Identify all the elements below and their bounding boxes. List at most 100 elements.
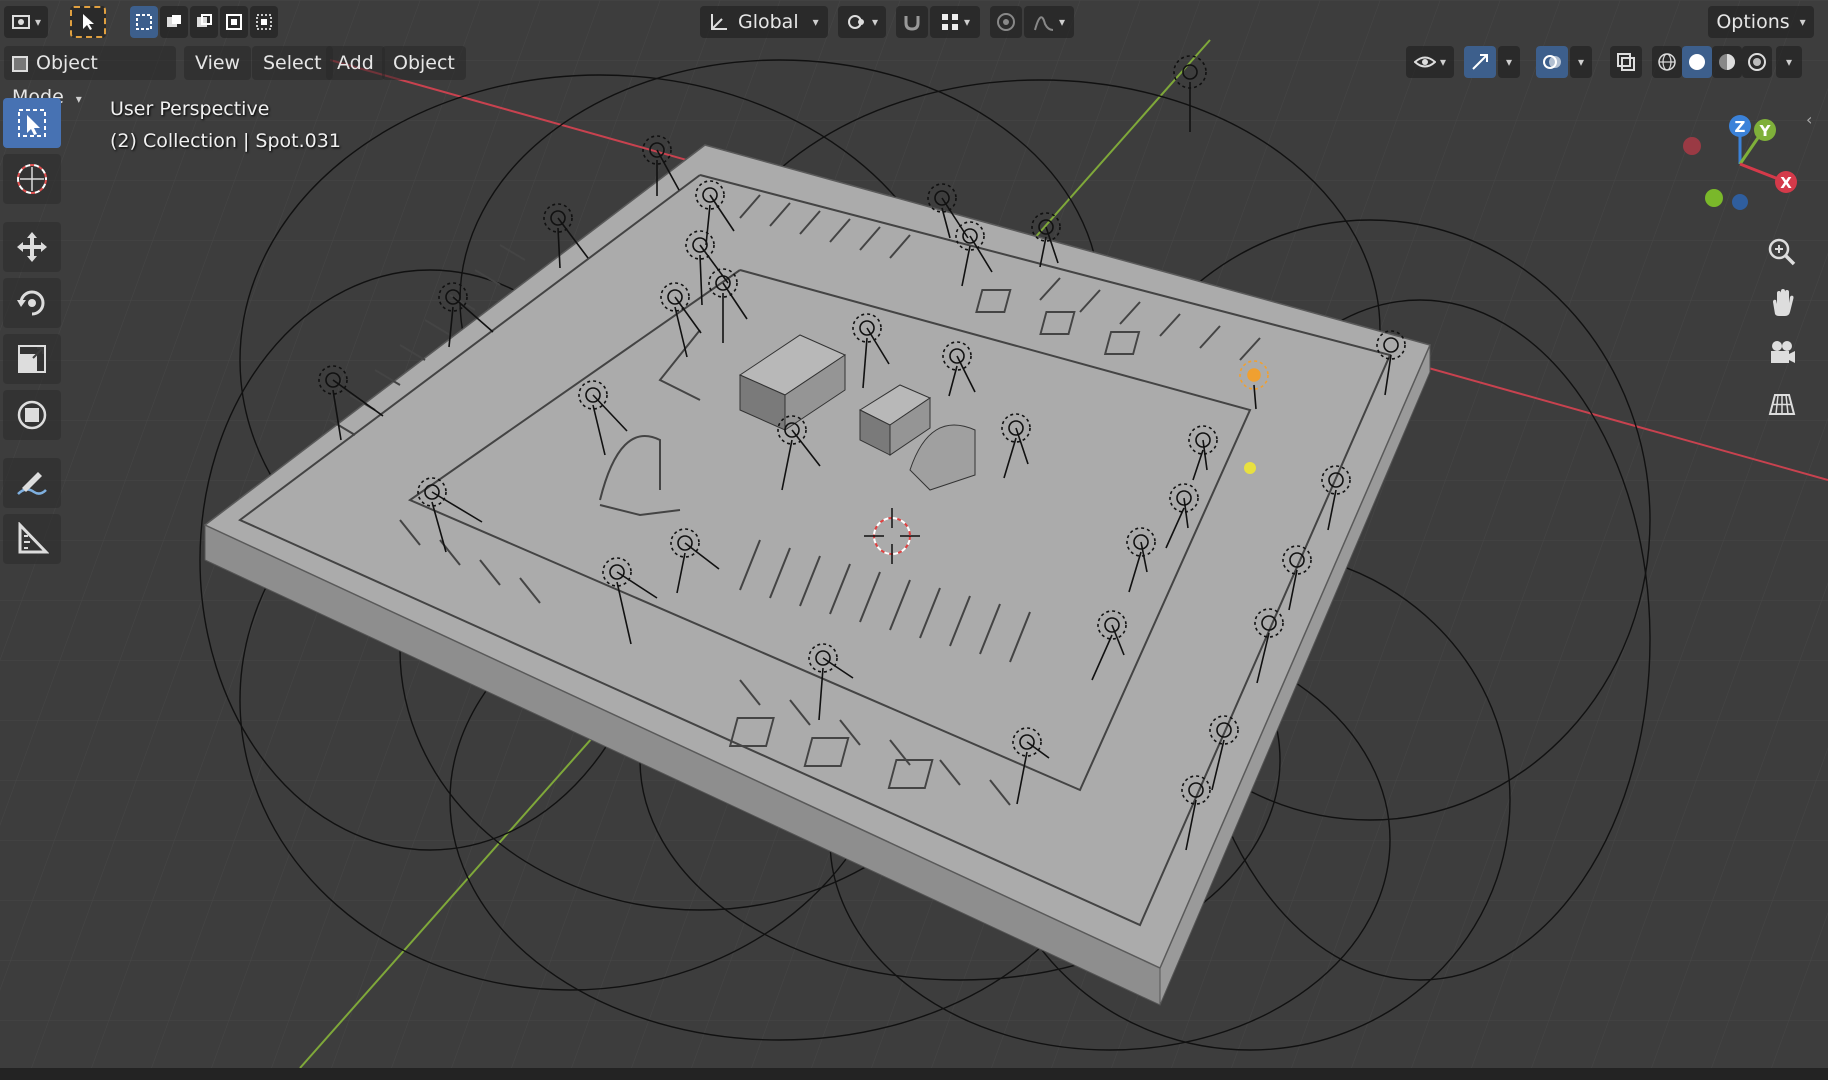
annotate-tool[interactable] — [3, 458, 61, 508]
select-mode-button[interactable] — [70, 6, 106, 38]
camera-view-button[interactable] — [1762, 333, 1802, 373]
material-sphere-icon — [1719, 54, 1735, 70]
select-box-tool[interactable] — [3, 98, 61, 148]
rendered-sphere-icon — [1748, 53, 1766, 71]
scale-icon — [18, 345, 46, 373]
rotate-icon — [17, 290, 45, 316]
pivot-point-dropdown[interactable]: ▾ — [838, 6, 886, 38]
editor-type-button[interactable]: ▾ — [4, 6, 48, 38]
gizmo-y-label: Y — [1759, 122, 1772, 140]
snap-grid-icon — [941, 14, 958, 30]
measure-tool[interactable] — [3, 514, 61, 564]
shading-dropdown[interactable]: ▾ — [1776, 46, 1802, 78]
proportional-edit-icon — [997, 13, 1015, 31]
chevron-down-icon: ▾ — [871, 15, 879, 29]
eye-icon — [1413, 56, 1436, 68]
view-perspective-label: User Perspective — [110, 98, 270, 120]
select-box-icon — [18, 109, 46, 137]
scale-tool[interactable] — [3, 334, 61, 384]
move-icon — [17, 232, 47, 262]
snap-target-dropdown[interactable]: ▾ — [930, 6, 980, 38]
chevron-down-icon: ▾ — [1785, 55, 1793, 69]
overlays-dropdown[interactable]: ▾ — [1570, 46, 1592, 78]
shading-solid-button[interactable] — [1682, 46, 1712, 78]
gizmo-z-label: Z — [1735, 118, 1746, 136]
zoom-button[interactable] — [1762, 232, 1802, 272]
navigation-gizmo[interactable]: Z Y X — [1670, 104, 1810, 224]
sidebar-toggle-arrow[interactable]: ‹ — [1806, 110, 1812, 129]
chevron-down-icon: ▾ — [1799, 15, 1806, 29]
object-mode-icon — [12, 55, 28, 72]
shading-wireframe-button[interactable] — [1652, 46, 1682, 78]
shading-material-button[interactable] — [1712, 46, 1742, 78]
select-intersect-icon — [256, 14, 272, 30]
add-menu[interactable]: Add — [326, 46, 385, 80]
select-subtract-button[interactable] — [190, 6, 218, 38]
annotate-icon — [17, 472, 47, 495]
select-invert-icon — [226, 14, 242, 30]
gizmo-neg-z[interactable] — [1732, 194, 1748, 210]
active-object-label: (2) Collection | Spot.031 — [110, 130, 341, 152]
camera-icon — [1771, 341, 1795, 363]
options-dropdown[interactable]: Options ▾ — [1708, 6, 1814, 38]
move-tool[interactable] — [3, 222, 61, 272]
options-label: Options — [1716, 11, 1790, 33]
gizmo-dropdown[interactable]: ▾ — [1498, 46, 1520, 78]
solid-sphere-icon — [1689, 54, 1705, 70]
overlays-icon — [1543, 55, 1561, 69]
select-menu[interactable]: Select — [252, 46, 333, 80]
viewport-scene[interactable] — [0, 0, 1828, 1068]
cursor-tool[interactable] — [3, 154, 61, 204]
ortho-toggle-button[interactable] — [1762, 384, 1802, 424]
chevron-down-icon: ▾ — [1439, 55, 1447, 69]
overlays-toggle[interactable] — [1536, 46, 1568, 78]
measure-icon — [18, 522, 49, 554]
select-intersect-button[interactable] — [250, 6, 278, 38]
mode-dropdown[interactable]: Object Mode ▾ — [4, 46, 176, 108]
rotate-tool[interactable] — [3, 278, 61, 328]
orientation-axes-icon — [711, 14, 727, 30]
status-bar — [0, 1068, 1828, 1080]
xray-icon — [1617, 53, 1635, 71]
light-origin-dot[interactable] — [1244, 462, 1256, 474]
falloff-curve-icon — [1034, 16, 1054, 31]
gizmo-toggle[interactable] — [1464, 46, 1496, 78]
xray-toggle[interactable] — [1610, 46, 1642, 78]
transform-icon — [17, 400, 47, 430]
chevron-down-icon: ▾ — [812, 15, 819, 29]
gizmo-icon — [1472, 54, 1488, 70]
transform-orientation-dropdown[interactable]: Global ▾ — [700, 6, 828, 38]
editor-type-icon — [11, 15, 30, 29]
select-subtract-icon — [197, 14, 212, 27]
falloff-dropdown[interactable]: ▾ — [1024, 6, 1074, 38]
chevron-down-icon: ▾ — [963, 15, 971, 29]
object-menu[interactable]: Object — [382, 46, 466, 80]
3d-viewport[interactable]: ▾ Global ▾ ▾ ▾ ▾ Options ▾ Object Mode ▾… — [0, 0, 1828, 1068]
chevron-down-icon: ▾ — [75, 92, 82, 106]
proportional-edit-toggle[interactable] — [990, 6, 1022, 38]
select-extend-button[interactable] — [160, 6, 188, 38]
ortho-grid-icon — [1768, 394, 1796, 415]
visibility-dropdown[interactable]: ▾ — [1406, 46, 1454, 78]
zoom-icon — [1768, 238, 1796, 266]
chevron-down-icon: ▾ — [34, 15, 42, 29]
select-invert-button[interactable] — [220, 6, 248, 38]
magnet-icon — [904, 16, 920, 31]
view-menu[interactable]: View — [184, 46, 252, 80]
gizmo-neg-x[interactable] — [1683, 137, 1701, 155]
pan-button[interactable] — [1762, 283, 1802, 323]
select-new-button[interactable] — [130, 6, 158, 38]
chevron-down-icon: ▾ — [1577, 55, 1585, 69]
gizmo-x-label: X — [1780, 174, 1792, 192]
gizmo-neg-y[interactable] — [1705, 189, 1723, 207]
transform-tool[interactable] — [3, 390, 61, 440]
transform-orientation-label: Global — [738, 11, 799, 33]
cursor-icon — [17, 164, 47, 194]
select-new-icon — [136, 14, 152, 30]
chevron-down-icon: ▾ — [1505, 55, 1513, 69]
shading-rendered-button[interactable] — [1742, 46, 1772, 78]
pan-hand-icon — [1773, 289, 1794, 316]
cursor-arrow-icon — [83, 14, 94, 30]
select-extend-icon — [167, 15, 181, 27]
snap-toggle[interactable] — [896, 6, 928, 38]
